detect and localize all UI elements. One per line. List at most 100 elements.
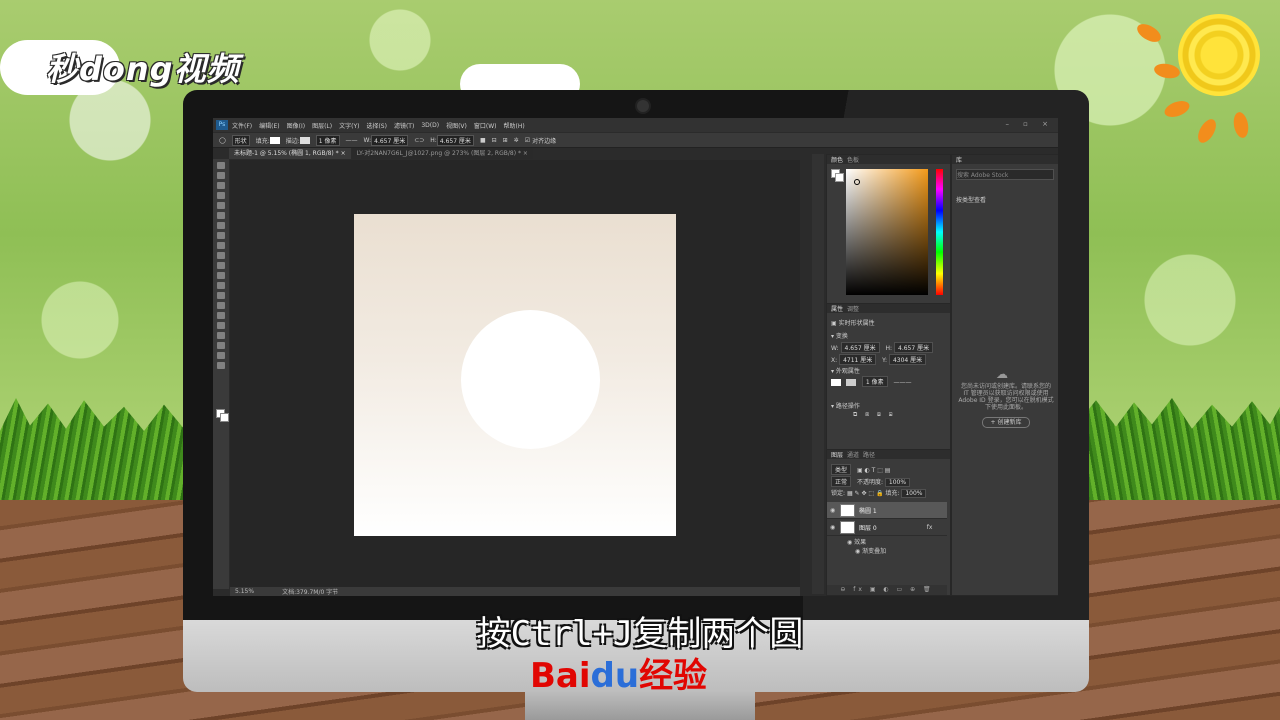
width-field[interactable]: 4.657 厘米 — [371, 134, 409, 146]
blur-tool-icon[interactable] — [217, 282, 225, 289]
stroke-swatch[interactable] — [299, 136, 310, 144]
menu-type[interactable]: 文字(Y) — [339, 121, 359, 130]
more-tools-icon[interactable] — [217, 362, 225, 369]
menu-help[interactable]: 帮助(H) — [504, 121, 525, 130]
pen-tool-icon[interactable] — [217, 302, 225, 309]
ellipse-shape[interactable] — [461, 310, 600, 449]
tab-paths[interactable]: 路径 — [863, 450, 875, 459]
window-controls[interactable]: – ▫ × — [1005, 120, 1054, 128]
tab-swatches[interactable]: 色板 — [847, 155, 859, 164]
stroke-width-field[interactable]: 1 像素 — [315, 134, 340, 146]
tab-png-document[interactable]: LY-对2NAN7G6L_J@1027.png @ 273% (图层 2, RG… — [351, 148, 533, 159]
library-filter[interactable]: 按类型查看 — [956, 195, 986, 204]
create-library-button[interactable]: + 创建新库 — [982, 417, 1030, 428]
crop-tool-icon[interactable] — [217, 202, 225, 209]
tab-color[interactable]: 颜色 — [831, 155, 843, 164]
color-picker-cursor[interactable] — [854, 179, 860, 185]
document-canvas[interactable] — [354, 214, 676, 536]
link-icon[interactable]: ⊂⊃ — [414, 137, 424, 144]
transform-section[interactable]: ▾ 变换 — [831, 331, 848, 340]
tab-untitled-1[interactable]: 未标题-1 @ 5.15% (椭圆 1, RGB/8) * × — [229, 148, 351, 159]
prop-fill-swatch[interactable] — [831, 379, 841, 386]
height-field[interactable]: 4.657 厘米 — [436, 134, 474, 146]
opacity-field[interactable]: 100% — [884, 478, 911, 487]
menu-3d[interactable]: 3D(D) — [421, 122, 439, 129]
foreground-background-colors[interactable] — [216, 409, 229, 422]
layer-kind-select[interactable]: 类型 — [831, 464, 852, 475]
layer-row[interactable]: ◉ 图层 0 fx — [827, 519, 947, 536]
prop-x-field[interactable]: 4711 厘米 — [839, 354, 877, 365]
type-tool-icon[interactable] — [217, 312, 225, 319]
lock-icons[interactable]: ▦ ✎ ✥ ⬚ 🔒 — [847, 490, 884, 497]
ellipse-tool-icon[interactable] — [217, 332, 225, 339]
tab-libraries[interactable]: 库 — [956, 155, 962, 164]
menu-filter[interactable]: 滤镜(T) — [394, 121, 414, 130]
gear-icon[interactable]: ✲ — [514, 137, 519, 144]
hue-slider[interactable] — [936, 169, 943, 295]
shape-mode-select[interactable]: 形状 — [231, 134, 250, 146]
fill-swatch[interactable] — [269, 136, 280, 144]
zoom-tool-icon[interactable] — [217, 352, 225, 359]
exclude-shape-icon[interactable]: ⧆ — [889, 411, 893, 418]
combine-shapes-icon[interactable]: ⧉ — [853, 411, 857, 418]
library-search[interactable]: 搜索 Adobe Stock — [956, 169, 1054, 180]
menu-view[interactable]: 视图(V) — [446, 121, 467, 130]
history-brush-tool-icon[interactable] — [217, 252, 225, 259]
intersect-shape-icon[interactable]: ⧇ — [877, 411, 881, 418]
path-selection-tool-icon[interactable] — [217, 322, 225, 329]
prop-y-field[interactable]: 4304 厘米 — [888, 354, 927, 365]
gradient-tool-icon[interactable] — [217, 272, 225, 279]
prop-height-field[interactable]: 4.657 厘米 — [894, 342, 934, 353]
ops-section[interactable]: ▾ 路径操作 — [831, 401, 860, 410]
magic-wand-tool-icon[interactable] — [217, 192, 225, 199]
layer-fx-badge[interactable]: fx — [927, 524, 933, 531]
zoom-level[interactable]: 5.15% — [235, 588, 254, 595]
lasso-tool-icon[interactable] — [217, 182, 225, 189]
dodge-tool-icon[interactable] — [217, 292, 225, 299]
gradient-overlay-row[interactable]: ◉ 渐变叠加 — [855, 546, 886, 555]
marquee-tool-icon[interactable] — [217, 172, 225, 179]
prop-stroke-width-field[interactable]: 1 像素 — [861, 376, 888, 387]
path-align-icon[interactable]: ⊟ — [492, 137, 497, 144]
eye-icon[interactable]: ◉ — [830, 507, 836, 514]
eyedropper-tool-icon[interactable] — [217, 212, 225, 219]
brush-tool-icon[interactable] — [217, 232, 225, 239]
healing-brush-tool-icon[interactable] — [217, 222, 225, 229]
layer-name[interactable]: 图层 0 — [859, 523, 877, 532]
prop-stroke-style[interactable]: ——— — [894, 379, 912, 386]
ellipse-tool-icon[interactable]: ◯ — [219, 137, 226, 144]
tab-properties[interactable]: 属性 — [831, 304, 843, 313]
menu-select[interactable]: 选择(S) — [366, 121, 387, 130]
layers-footer-buttons[interactable]: ⊖ fx ▣ ◐ ▭ ⊕ 🗑 — [827, 585, 947, 595]
blend-mode-select[interactable]: 正常 — [831, 476, 852, 487]
prop-width-field[interactable]: 4.657 厘米 — [840, 342, 880, 353]
appearance-section[interactable]: ▾ 外观属性 — [831, 366, 860, 375]
path-arrange-icon[interactable]: ⊞ — [503, 137, 508, 144]
menu-edit[interactable]: 编辑(E) — [259, 121, 279, 130]
eye-icon[interactable]: ◉ — [830, 524, 836, 531]
layer-filter-icons[interactable]: ▣ ◐ T ⬚ ▤ — [857, 467, 891, 474]
menu-image[interactable]: 图像(I) — [287, 121, 305, 130]
subtract-shape-icon[interactable]: ⧈ — [865, 411, 869, 418]
layer-name[interactable]: 椭圆 1 — [859, 506, 877, 515]
canvas-area[interactable] — [230, 160, 800, 587]
prop-stroke-swatch[interactable] — [845, 379, 856, 386]
tab-channels[interactable]: 通道 — [847, 450, 859, 459]
clone-stamp-tool-icon[interactable] — [217, 242, 225, 249]
hand-tool-icon[interactable] — [217, 342, 225, 349]
path-ops-icon[interactable]: ■ — [480, 137, 486, 144]
effects-row[interactable]: ◉ 效果 — [847, 537, 866, 546]
move-tool-icon[interactable] — [217, 162, 225, 169]
tab-adjustments[interactable]: 调整 — [847, 304, 859, 313]
background-swatch[interactable] — [835, 173, 844, 182]
menu-window[interactable]: 窗口(W) — [474, 121, 497, 130]
color-picker-field[interactable] — [846, 169, 928, 295]
layer-row[interactable]: ◉ 椭圆 1 — [827, 502, 947, 519]
eraser-tool-icon[interactable] — [217, 262, 225, 269]
menu-layer[interactable]: 图层(L) — [312, 121, 332, 130]
stroke-style-select[interactable]: —— — [346, 137, 358, 144]
align-edges-checkbox[interactable]: ☑ — [525, 137, 530, 144]
menu-file[interactable]: 文件(F) — [232, 121, 252, 130]
tab-layers[interactable]: 图层 — [831, 450, 843, 459]
fill-field[interactable]: 100% — [901, 489, 927, 498]
